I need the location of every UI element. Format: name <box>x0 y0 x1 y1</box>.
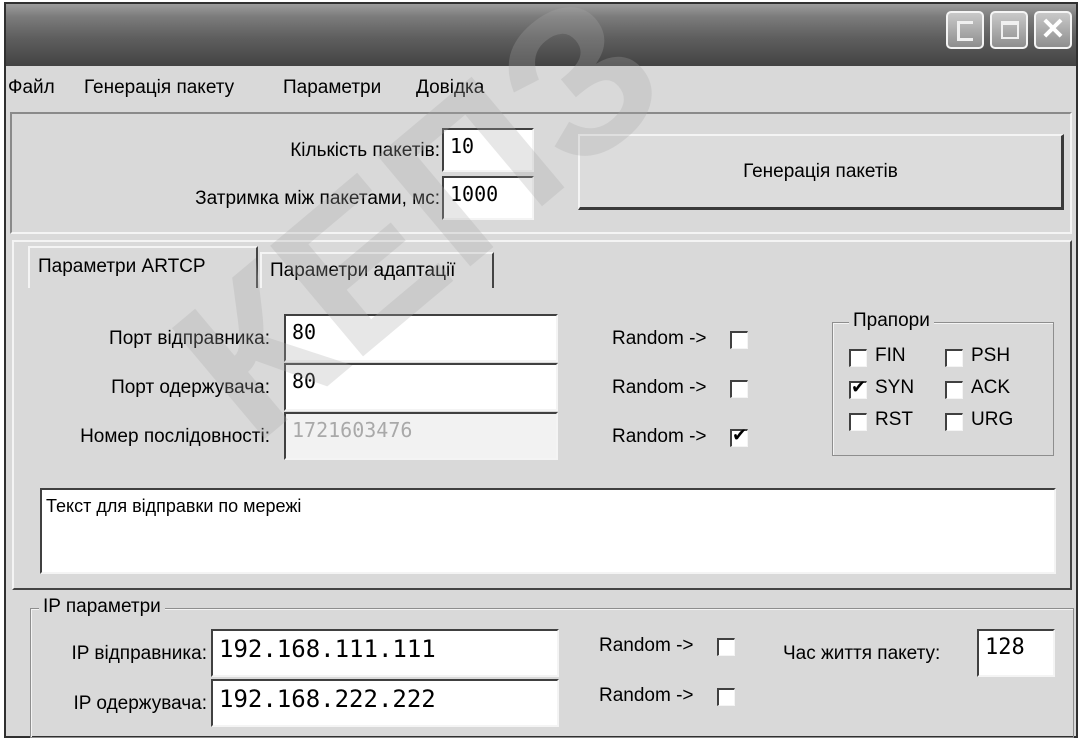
flags-group: Прапори FIN PSH ✔ SYN ACK RST URG <box>832 310 1054 456</box>
close-button[interactable]: ✕ <box>1034 11 1072 49</box>
random-sequence-checkbox[interactable]: ✔ <box>730 425 748 447</box>
flag-ack-checkbox[interactable] <box>945 381 963 399</box>
dest-port-label: Порт одержувача: <box>111 377 270 398</box>
close-icon: ✕ <box>1040 13 1066 46</box>
dest-port-input[interactable]: 80 <box>284 363 558 411</box>
flag-fin-checkbox[interactable] <box>849 349 867 367</box>
random-source-port-label: Random -> <box>612 328 707 349</box>
delay-label: Затримка між пакетами, мс: <box>195 188 440 209</box>
flag-rst-checkbox[interactable] <box>849 413 867 431</box>
ip-source-input[interactable]: 192.168.111.111 <box>211 629 559 677</box>
ip-group-title: IP параметри <box>39 596 165 618</box>
generate-packets-button[interactable]: Генерація пакетів <box>578 134 1064 210</box>
menu-parameters[interactable]: Параметри <box>283 77 381 99</box>
ip-parameters-group: IP параметри IP відправника: 192.168.111… <box>30 596 1074 738</box>
payload-textarea[interactable]: Текст для відправки по мережі <box>40 488 1056 574</box>
title-bar[interactable]: ✕ <box>6 4 1076 66</box>
source-port-label: Порт відправника: <box>109 328 270 349</box>
packets-count-label: Кількість пакетів: <box>290 140 440 161</box>
random-dest-port-label: Random -> <box>612 377 707 398</box>
flag-rst-label: RST <box>875 409 913 430</box>
flag-syn-label: SYN <box>875 377 915 398</box>
check-mark-icon: ✔ <box>732 425 748 445</box>
random-ip-dest-checkbox[interactable] <box>717 688 735 706</box>
random-ip-source-label: Random -> <box>599 635 694 656</box>
random-ip-source-checkbox[interactable] <box>717 638 735 656</box>
flag-fin-label: FIN <box>875 345 906 366</box>
delay-input[interactable]: 1000 <box>442 176 534 220</box>
minimize-button[interactable] <box>946 11 984 49</box>
ttl-label: Час життя пакету: <box>783 643 941 664</box>
maximize-button[interactable] <box>990 11 1028 49</box>
ip-source-label: IP відправника: <box>71 643 208 664</box>
minimize-icon <box>957 21 973 41</box>
ip-dest-label: IP одержувача: <box>73 693 207 714</box>
menu-bar: Файл Генерація пакету Параметри Довідка <box>6 68 1076 110</box>
menu-generation[interactable]: Генерація пакету <box>84 77 234 99</box>
tab-adaptation-label: Параметри адаптації <box>270 260 456 281</box>
flag-psh-checkbox[interactable] <box>945 349 963 367</box>
random-dest-port-checkbox[interactable] <box>730 380 748 398</box>
generation-panel: Кількість пакетів: 10 Затримка між пакет… <box>10 112 1072 234</box>
flag-urg-label: URG <box>971 409 1014 430</box>
menu-file[interactable]: Файл <box>8 77 55 99</box>
app-window: ✕ Файл Генерація пакету Параметри Довідк… <box>4 2 1078 738</box>
tab-artcp-label: Параметри ARTCP <box>38 256 206 277</box>
tab-adaptation[interactable]: Параметри адаптації <box>260 252 494 288</box>
flag-ack-label: ACK <box>971 377 1011 398</box>
random-sequence-label: Random -> <box>612 426 707 447</box>
tab-artcp[interactable]: Параметри ARTCP <box>28 246 258 288</box>
packets-count-input[interactable]: 10 <box>442 128 534 172</box>
flag-syn-checkbox[interactable]: ✔ <box>849 377 867 399</box>
random-source-port-checkbox[interactable] <box>730 331 748 349</box>
flag-psh-label: PSH <box>971 345 1011 366</box>
tab-panel: Параметри ARTCP Параметри адаптації Порт… <box>12 240 1072 590</box>
check-mark-icon: ✔ <box>851 377 867 397</box>
flag-urg-checkbox[interactable] <box>945 413 963 431</box>
menu-help[interactable]: Довідка <box>416 77 484 99</box>
flags-group-title: Прапори <box>849 310 934 332</box>
maximize-icon <box>1001 21 1019 39</box>
sequence-number-label: Номер послідовності: <box>80 426 270 447</box>
source-port-input[interactable]: 80 <box>284 314 558 362</box>
ip-dest-input[interactable]: 192.168.222.222 <box>211 679 559 727</box>
ttl-input[interactable]: 128 <box>977 629 1055 677</box>
sequence-number-input[interactable]: 1721603476 <box>284 412 558 460</box>
random-ip-dest-label: Random -> <box>599 685 694 706</box>
